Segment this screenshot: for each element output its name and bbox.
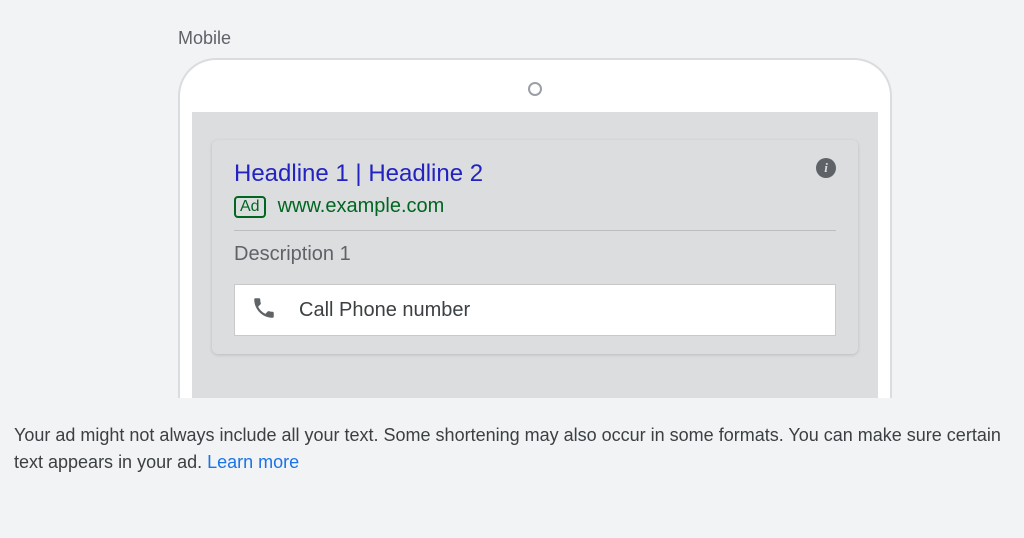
info-icon[interactable]: i <box>816 158 836 178</box>
phone-icon <box>251 295 277 326</box>
preview-mode-label: Mobile <box>178 28 231 49</box>
ad-badge: Ad <box>234 196 266 218</box>
ad-preview-card: Headline 1 | Headline 2 Ad www.example.c… <box>212 140 858 354</box>
disclaimer-text: Your ad might not always include all you… <box>14 422 1010 476</box>
phone-screen: Headline 1 | Headline 2 Ad www.example.c… <box>192 112 878 398</box>
ad-headline: Headline 1 | Headline 2 <box>234 158 836 189</box>
call-label: Call Phone number <box>299 299 470 322</box>
phone-preview-frame: Headline 1 | Headline 2 Ad www.example.c… <box>178 58 892 398</box>
learn-more-link[interactable]: Learn more <box>207 452 299 472</box>
ad-display-url: www.example.com <box>278 195 445 218</box>
ad-url-row: Ad www.example.com <box>234 195 836 218</box>
disclaimer-body: Your ad might not always include all you… <box>14 425 1001 472</box>
ad-header: Headline 1 | Headline 2 Ad www.example.c… <box>212 140 858 230</box>
call-extension-button[interactable]: Call Phone number <box>234 284 836 336</box>
phone-camera-icon <box>528 82 542 96</box>
ad-description: Description 1 <box>212 231 858 284</box>
